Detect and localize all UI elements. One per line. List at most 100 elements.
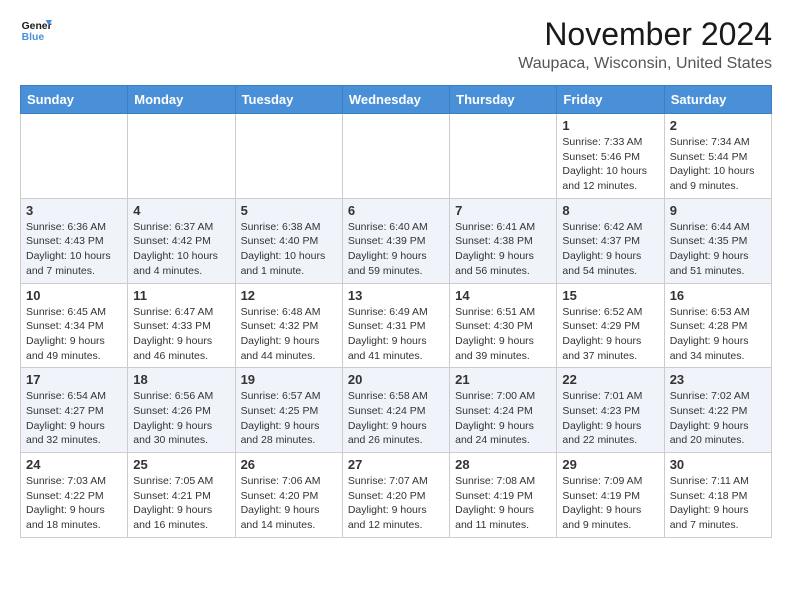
header: General Blue November 2024 Waupaca, Wisc…: [20, 16, 772, 73]
cell-info-text: Sunrise: 6:58 AMSunset: 4:24 PMDaylight:…: [348, 389, 444, 448]
calendar-cell: [342, 114, 449, 199]
calendar-week-row: 1 Sunrise: 7:33 AMSunset: 5:46 PMDaylight…: [21, 114, 772, 199]
calendar-cell: 19 Sunrise: 6:57 AMSunset: 4:25 PMDayligh…: [235, 368, 342, 453]
cell-date-number: 18: [133, 372, 229, 387]
cell-info-text: Sunrise: 6:41 AMSunset: 4:38 PMDaylight:…: [455, 220, 551, 279]
cell-date-number: 3: [26, 203, 122, 218]
cell-info-text: Sunrise: 7:08 AMSunset: 4:19 PMDaylight:…: [455, 474, 551, 533]
calendar-cell: 26Sunrise: 7:06 AMSunset: 4:20 PMDayligh…: [235, 453, 342, 538]
cell-date-number: 15: [562, 288, 658, 303]
cell-date-number: 16: [670, 288, 766, 303]
cell-info-text: Sunrise: 6:45 AMSunset: 4:34 PMDaylight:…: [26, 305, 122, 364]
calendar-cell: 7 Sunrise: 6:41 AMSunset: 4:38 PMDaylight…: [450, 198, 557, 283]
cell-info-text: Sunrise: 6:47 AMSunset: 4:33 PMDaylight:…: [133, 305, 229, 364]
cell-date-number: 14: [455, 288, 551, 303]
cell-info-text: Sunrise: 6:52 AMSunset: 4:29 PMDaylight:…: [562, 305, 658, 364]
calendar-cell: 25 Sunrise: 7:05 AMSunset: 4:21 PMDayligh…: [128, 453, 235, 538]
calendar-cell: 14Sunrise: 6:51 AMSunset: 4:30 PMDayligh…: [450, 283, 557, 368]
cell-info-text: Sunrise: 6:56 AMSunset: 4:26 PMDaylight:…: [133, 389, 229, 448]
cell-date-number: 24: [26, 457, 122, 472]
svg-text:Blue: Blue: [22, 32, 45, 43]
calendar-week-row: 17 Sunrise: 6:54 AMSunset: 4:27 PMDayligh…: [21, 368, 772, 453]
cell-info-text: Sunrise: 6:40 AMSunset: 4:39 PMDaylight:…: [348, 220, 444, 279]
cell-date-number: 27: [348, 457, 444, 472]
calendar-cell: 16 Sunrise: 6:53 AMSunset: 4:28 PMDayligh…: [664, 283, 771, 368]
cell-date-number: 22: [562, 372, 658, 387]
logo: General Blue: [20, 16, 52, 44]
calendar-cell: 5 Sunrise: 6:38 AMSunset: 4:40 PMDaylight…: [235, 198, 342, 283]
calendar-cell: [450, 114, 557, 199]
calendar-week-row: 10Sunrise: 6:45 AMSunset: 4:34 PMDayligh…: [21, 283, 772, 368]
calendar-cell: 9Sunrise: 6:44 AMSunset: 4:35 PMDaylight…: [664, 198, 771, 283]
calendar-cell: 4 Sunrise: 6:37 AMSunset: 4:42 PMDaylight…: [128, 198, 235, 283]
cell-info-text: Sunrise: 7:33 AMSunset: 5:46 PMDaylight:…: [562, 135, 658, 194]
calendar-cell: [128, 114, 235, 199]
calendar-cell: 24 Sunrise: 7:03 AMSunset: 4:22 PMDayligh…: [21, 453, 128, 538]
calendar-cell: 28 Sunrise: 7:08 AMSunset: 4:19 PMDayligh…: [450, 453, 557, 538]
calendar-cell: [21, 114, 128, 199]
cell-info-text: Sunrise: 7:05 AMSunset: 4:21 PMDaylight:…: [133, 474, 229, 533]
cell-info-text: Sunrise: 6:49 AMSunset: 4:31 PMDaylight:…: [348, 305, 444, 364]
location-title: Waupaca, Wisconsin, United States: [518, 55, 772, 73]
cell-info-text: Sunrise: 6:37 AMSunset: 4:42 PMDaylight:…: [133, 220, 229, 279]
cell-info-text: Sunrise: 7:00 AMSunset: 4:24 PMDaylight:…: [455, 389, 551, 448]
calendar-cell: 8Sunrise: 6:42 AMSunset: 4:37 PMDaylight…: [557, 198, 664, 283]
cell-info-text: Sunrise: 7:34 AMSunset: 5:44 PMDaylight:…: [670, 135, 766, 194]
calendar-cell: 20 Sunrise: 6:58 AMSunset: 4:24 PMDayligh…: [342, 368, 449, 453]
cell-date-number: 1: [562, 118, 658, 133]
cell-info-text: Sunrise: 6:54 AMSunset: 4:27 PMDaylight:…: [26, 389, 122, 448]
cell-date-number: 29: [562, 457, 658, 472]
month-title: November 2024: [518, 16, 772, 53]
day-header-thursday: Thursday: [450, 86, 557, 114]
cell-date-number: 30: [670, 457, 766, 472]
cell-info-text: Sunrise: 7:03 AMSunset: 4:22 PMDaylight:…: [26, 474, 122, 533]
cell-date-number: 19: [241, 372, 337, 387]
cell-date-number: 5: [241, 203, 337, 218]
calendar-cell: 12 Sunrise: 6:48 AMSunset: 4:32 PMDayligh…: [235, 283, 342, 368]
calendar-week-row: 3 Sunrise: 6:36 AMSunset: 4:43 PMDaylight…: [21, 198, 772, 283]
calendar-cell: 21 Sunrise: 7:00 AMSunset: 4:24 PMDayligh…: [450, 368, 557, 453]
cell-date-number: 17: [26, 372, 122, 387]
day-header-wednesday: Wednesday: [342, 86, 449, 114]
calendar-cell: 11 Sunrise: 6:47 AMSunset: 4:33 PMDayligh…: [128, 283, 235, 368]
cell-info-text: Sunrise: 6:48 AMSunset: 4:32 PMDaylight:…: [241, 305, 337, 364]
cell-info-text: Sunrise: 7:09 AMSunset: 4:19 PMDaylight:…: [562, 474, 658, 533]
cell-date-number: 20: [348, 372, 444, 387]
calendar-cell: 6 Sunrise: 6:40 AMSunset: 4:39 PMDaylight…: [342, 198, 449, 283]
cell-date-number: 21: [455, 372, 551, 387]
calendar-cell: 30 Sunrise: 7:11 AMSunset: 4:18 PMDayligh…: [664, 453, 771, 538]
cell-date-number: 6: [348, 203, 444, 218]
calendar-week-row: 24 Sunrise: 7:03 AMSunset: 4:22 PMDayligh…: [21, 453, 772, 538]
cell-date-number: 9: [670, 203, 766, 218]
calendar-cell: 1 Sunrise: 7:33 AMSunset: 5:46 PMDaylight…: [557, 114, 664, 199]
cell-info-text: Sunrise: 6:53 AMSunset: 4:28 PMDaylight:…: [670, 305, 766, 364]
cell-info-text: Sunrise: 6:57 AMSunset: 4:25 PMDaylight:…: [241, 389, 337, 448]
calendar-cell: 13 Sunrise: 6:49 AMSunset: 4:31 PMDayligh…: [342, 283, 449, 368]
cell-info-text: Sunrise: 7:11 AMSunset: 4:18 PMDaylight:…: [670, 474, 766, 533]
cell-date-number: 28: [455, 457, 551, 472]
day-header-saturday: Saturday: [664, 86, 771, 114]
cell-info-text: Sunrise: 6:38 AMSunset: 4:40 PMDaylight:…: [241, 220, 337, 279]
cell-date-number: 12: [241, 288, 337, 303]
cell-date-number: 4: [133, 203, 229, 218]
cell-date-number: 7: [455, 203, 551, 218]
calendar-cell: 10Sunrise: 6:45 AMSunset: 4:34 PMDayligh…: [21, 283, 128, 368]
calendar-cell: 23Sunrise: 7:02 AMSunset: 4:22 PMDayligh…: [664, 368, 771, 453]
cell-info-text: Sunrise: 7:01 AMSunset: 4:23 PMDaylight:…: [562, 389, 658, 448]
calendar-cell: 3 Sunrise: 6:36 AMSunset: 4:43 PMDaylight…: [21, 198, 128, 283]
cell-date-number: 11: [133, 288, 229, 303]
cell-date-number: 13: [348, 288, 444, 303]
calendar-cell: [235, 114, 342, 199]
calendar-cell: 2 Sunrise: 7:34 AMSunset: 5:44 PMDaylight…: [664, 114, 771, 199]
calendar-table: SundayMondayTuesdayWednesdayThursdayFrid…: [20, 85, 772, 538]
calendar-cell: 17 Sunrise: 6:54 AMSunset: 4:27 PMDayligh…: [21, 368, 128, 453]
cell-info-text: Sunrise: 6:36 AMSunset: 4:43 PMDaylight:…: [26, 220, 122, 279]
day-header-monday: Monday: [128, 86, 235, 114]
cell-date-number: 25: [133, 457, 229, 472]
cell-date-number: 2: [670, 118, 766, 133]
cell-date-number: 23: [670, 372, 766, 387]
day-header-tuesday: Tuesday: [235, 86, 342, 114]
cell-date-number: 26: [241, 457, 337, 472]
day-header-sunday: Sunday: [21, 86, 128, 114]
calendar-cell: 27Sunrise: 7:07 AMSunset: 4:20 PMDayligh…: [342, 453, 449, 538]
